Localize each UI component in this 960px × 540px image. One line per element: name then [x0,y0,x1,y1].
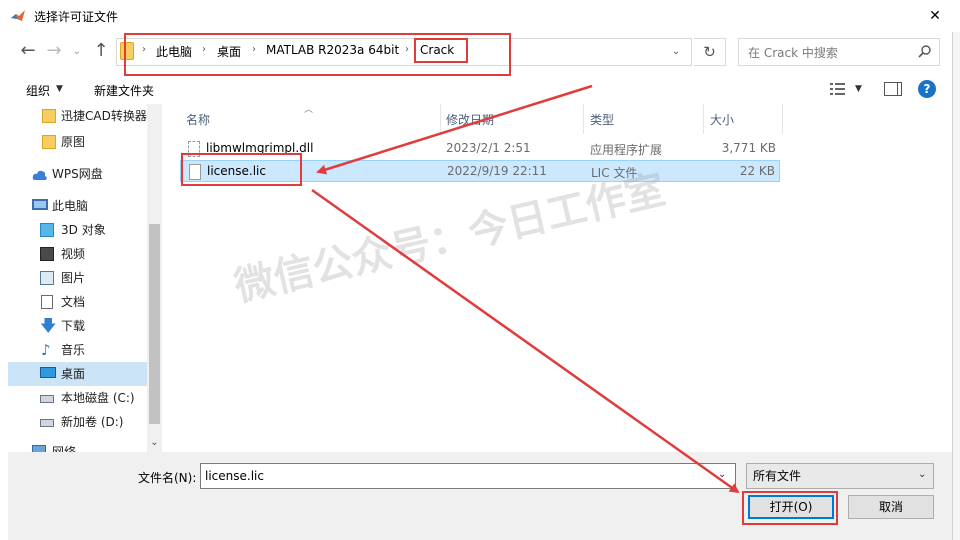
preview-pane-icon[interactable] [884,82,902,96]
network-icon [32,445,46,452]
file-type: 应用程序扩展 [590,143,663,157]
refresh-icon: ↻ [703,43,716,61]
close-button[interactable]: ✕ [910,0,960,32]
navigation-pane: 迅捷CAD转换器 原图 WPS网盘 此电脑 3D 对象 视频 图片 文档 🡇 下… [8,104,162,452]
sidebar-item-pictures[interactable]: 图片 [8,266,148,290]
sidebar-item-downloads[interactable]: 🡇 下载 [8,314,148,338]
column-divider[interactable] [782,104,783,134]
view-options-icon[interactable] [830,82,846,96]
chevron-down-icon: ⌄ [918,469,927,480]
window-title: 选择许可证文件 [34,10,119,24]
cancel-button[interactable]: 取消 [848,495,934,519]
organize-button[interactable]: 组织 [26,82,50,99]
sidebar-item-drive-d[interactable]: 新加卷 (D:) [8,410,148,434]
sidebar-item-cad-converter[interactable]: 迅捷CAD转换器 [8,104,148,128]
matlab-app-icon [10,8,26,24]
new-folder-button[interactable]: 新建文件夹 [94,82,154,99]
sidebar-item-original[interactable]: 原图 [8,130,148,154]
column-header-date[interactable]: 修改日期 [446,110,494,134]
search-icon [918,44,932,58]
computer-icon [32,199,48,210]
music-icon: ♪ [41,341,51,359]
up-arrow-icon[interactable]: ↑ [90,40,112,64]
background-window-edge [952,0,960,540]
file-size: 22 KB [739,164,775,178]
search-placeholder: 在 Crack 中搜索 [748,46,838,60]
video-icon [40,247,54,261]
filetype-select[interactable]: 所有文件 [746,463,934,489]
open-highlight-box [742,491,838,525]
cloud-icon [32,167,47,181]
folder-icon [42,135,56,149]
drive-icon [40,395,54,403]
file-highlight-box [181,153,302,186]
scroll-down-icon[interactable]: ⌄ [147,436,162,450]
download-icon: 🡇 [40,316,57,335]
sort-ascending-icon: ︿ [304,105,314,115]
sidebar-item-videos[interactable]: 视频 [8,242,148,266]
filename-label: 文件名(N): [138,471,197,485]
folder-icon [42,109,56,123]
column-header-type[interactable]: 类型 [590,110,614,134]
back-arrow-icon[interactable]: ← [16,40,40,64]
chevron-down-icon[interactable]: ⌄ [718,469,726,480]
sidebar-item-drive-c[interactable]: 本地磁盘 (C:) [8,386,148,410]
file-size: 3,771 KB [721,141,776,155]
refresh-button[interactable]: ↻ [694,38,726,66]
sidebar-item-3d-objects[interactable]: 3D 对象 [8,218,148,242]
crack-highlight-box [414,38,468,63]
address-dropdown-icon[interactable]: ⌄ [668,44,684,60]
column-header-name[interactable]: 名称 [186,110,210,134]
column-divider[interactable] [703,104,704,134]
sidebar-scroll-thumb[interactable] [149,224,160,424]
title-bar [0,0,960,32]
drive-icon [40,419,54,427]
help-icon[interactable]: ? [918,80,936,98]
chevron-down-icon: ▼ [56,84,63,94]
file-date: 2023/2/1 2:51 [446,141,531,155]
recent-locations-chevron-icon[interactable]: ⌄ [70,44,84,60]
chevron-down-icon[interactable]: ▼ [855,84,862,94]
column-divider[interactable] [583,104,584,134]
close-icon: ✕ [929,8,941,24]
forward-arrow-icon[interactable]: → [42,40,66,64]
cube-icon [40,223,54,237]
sidebar-item-music[interactable]: ♪ 音乐 [8,338,148,362]
sidebar-item-desktop[interactable]: 桌面 [8,362,148,386]
column-header-size[interactable]: 大小 [710,110,734,134]
sidebar-item-wps-cloud[interactable]: WPS网盘 [8,162,148,186]
sidebar-item-documents[interactable]: 文档 [8,290,148,314]
filename-input[interactable]: license.lic [200,463,736,489]
document-icon [41,295,53,309]
desktop-icon [40,367,56,378]
column-divider[interactable] [440,104,441,134]
sidebar-item-network[interactable]: 网络 [8,440,148,452]
picture-icon [40,271,54,285]
sidebar-item-this-pc[interactable]: 此电脑 [8,194,148,218]
file-date: 2022/9/19 22:11 [447,164,547,178]
